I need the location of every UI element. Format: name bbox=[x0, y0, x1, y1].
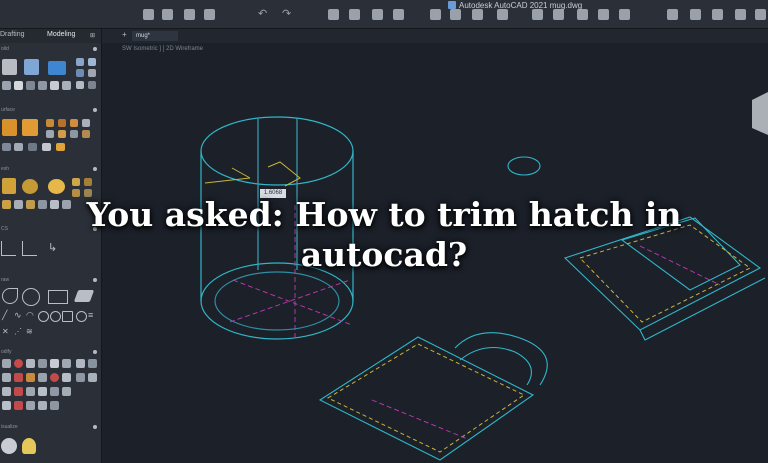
yellow-construction bbox=[204, 161, 301, 187]
headline-line-1: You asked: How to trim hatch in bbox=[86, 195, 682, 234]
article-headline: You asked: How to trim hatch in autocad? bbox=[0, 195, 768, 275]
headline-line-2: autocad? bbox=[300, 235, 468, 274]
mug-bottom-hatch bbox=[326, 343, 525, 453]
viewcube-icon[interactable] bbox=[752, 92, 768, 135]
mug-bottom-axis bbox=[371, 399, 471, 441]
small-ellipse bbox=[507, 156, 541, 176]
